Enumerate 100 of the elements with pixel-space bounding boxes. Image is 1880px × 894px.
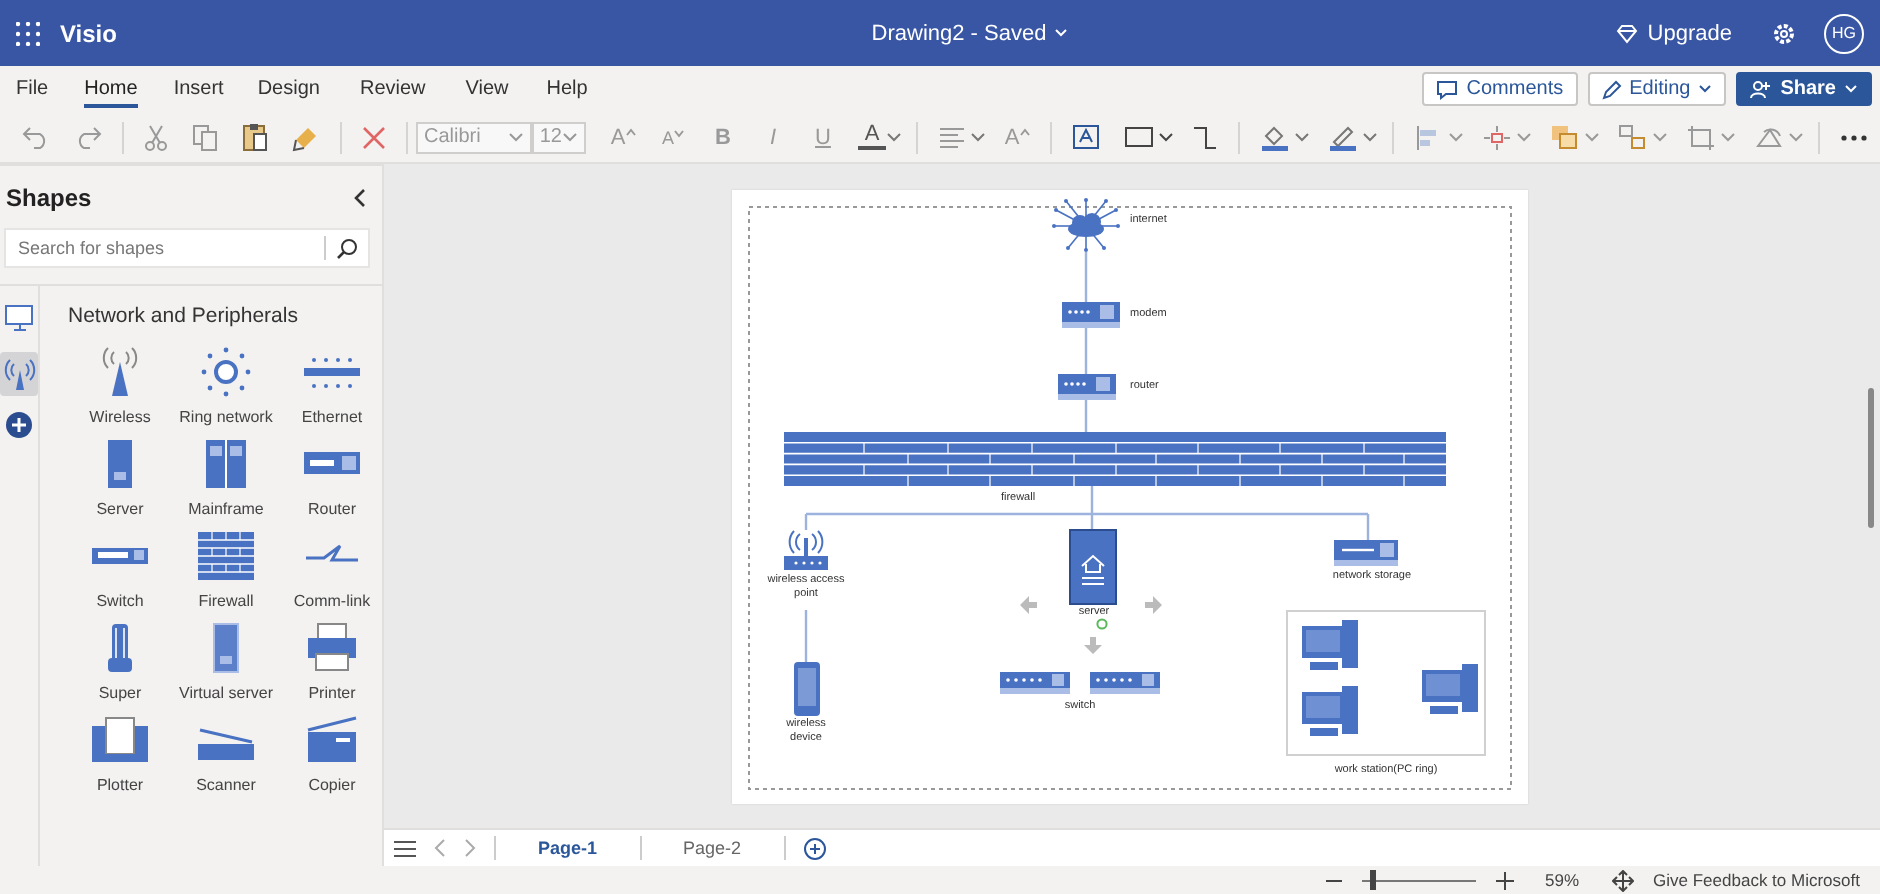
shape-label: Copier <box>308 776 356 794</box>
caret-icon[interactable] <box>1158 132 1174 142</box>
add-icon[interactable] <box>6 412 32 438</box>
previous-icon[interactable] <box>434 838 446 858</box>
add-page-icon[interactable] <box>803 837 826 859</box>
caret-icon <box>1054 28 1069 38</box>
up-caret-icon <box>1019 127 1030 135</box>
menu-icon[interactable] <box>394 839 416 857</box>
switch-icon <box>1000 671 1070 693</box>
cloud-icon <box>1050 197 1122 251</box>
connector-icon[interactable] <box>1192 124 1218 150</box>
stencil-title: Network and Peripherals <box>68 304 300 328</box>
fit-page-icon[interactable] <box>1611 869 1634 891</box>
zoom-in-icon[interactable] <box>1495 871 1514 889</box>
paste-icon[interactable] <box>242 122 268 152</box>
connector-line <box>804 609 808 661</box>
brick-wall-icon[interactable] <box>194 530 258 582</box>
share-button[interactable]: Share <box>1736 72 1872 106</box>
arrange-icon[interactable] <box>1550 123 1580 151</box>
page-tab[interactable]: Page-1 <box>514 838 622 858</box>
comment-icon <box>1436 79 1459 99</box>
editing-button[interactable]: Editing <box>1587 72 1727 106</box>
rectangle-shape-icon[interactable] <box>1124 126 1154 148</box>
delete-icon[interactable] <box>362 125 386 149</box>
down-caret-icon <box>674 129 684 137</box>
text-box-icon[interactable] <box>1072 124 1100 150</box>
format-painter-icon[interactable] <box>292 123 320 151</box>
redo-icon[interactable] <box>74 125 102 149</box>
app-name: Visio <box>60 19 117 47</box>
connector-line <box>1084 251 1088 301</box>
shape-label: Mainframe <box>188 500 264 518</box>
shape-label: Comm-link <box>293 592 371 610</box>
ribbon-tab[interactable]: View <box>465 71 509 107</box>
add-person-icon <box>1750 79 1773 99</box>
line-color-icon[interactable] <box>1328 123 1358 151</box>
user-avatar[interactable]: HG <box>1824 13 1864 53</box>
document-title[interactable]: Drawing2 - Saved <box>871 21 1069 45</box>
shape-label: Server <box>96 500 144 518</box>
firewall-icon <box>784 431 1446 485</box>
shape-label: Wireless <box>89 408 151 426</box>
caret-icon <box>507 132 524 142</box>
ribbon-tab[interactable]: Design <box>257 71 320 107</box>
page-tab[interactable]: Page-2 <box>659 838 766 858</box>
shape-label: Firewall <box>198 592 254 610</box>
position-icon[interactable] <box>1482 123 1512 151</box>
computer-icon <box>1422 663 1478 715</box>
modem-icon <box>1062 301 1120 327</box>
shape-label: Plotter <box>96 776 144 794</box>
caret-icon <box>562 132 578 142</box>
phone-icon <box>794 661 820 715</box>
ribbon-tab[interactable]: Help <box>546 71 588 107</box>
computer-icon <box>1302 685 1358 737</box>
align-text-icon[interactable] <box>938 125 966 149</box>
computer-icon <box>3 304 35 332</box>
undo-icon[interactable] <box>22 125 50 149</box>
caret-icon[interactable] <box>886 132 902 142</box>
cut-icon[interactable] <box>144 123 168 151</box>
caret-icon[interactable] <box>970 132 986 142</box>
next-icon[interactable] <box>464 838 476 858</box>
rotate-handle-icon[interactable] <box>1095 617 1107 629</box>
caret-icon[interactable] <box>1294 132 1310 142</box>
comments-button[interactable]: Comments <box>1422 72 1578 106</box>
shape-label: Router <box>307 500 356 518</box>
plotter-icon[interactable] <box>88 714 152 766</box>
group-icon[interactable] <box>1618 123 1648 151</box>
search-field[interactable]: Search for shapes <box>4 228 370 268</box>
search-icon[interactable] <box>336 237 358 259</box>
vertical-scrollbar[interactable] <box>1868 388 1874 528</box>
connector-line <box>1084 327 1088 373</box>
shape-label: Switch <box>96 592 144 610</box>
ribbon-tab[interactable]: Insert <box>173 71 224 107</box>
zoom-level: 59% <box>1545 870 1580 890</box>
ribbon-tab[interactable]: File <box>16 71 49 107</box>
caret-icon <box>1698 84 1713 94</box>
router-icon <box>1058 373 1116 399</box>
panel-title: Shapes <box>6 184 92 212</box>
switch-icon <box>1090 671 1160 693</box>
caret-icon <box>1844 84 1858 94</box>
copy-icon[interactable] <box>192 123 218 151</box>
slider-thumb[interactable] <box>1370 870 1377 890</box>
ribbon-tab[interactable]: Home <box>84 71 138 107</box>
zoom-out-icon[interactable] <box>1325 877 1342 883</box>
rotate-icon[interactable] <box>1754 123 1784 151</box>
stencil-category[interactable] <box>0 352 38 396</box>
up-caret-icon <box>625 127 636 135</box>
shape-label: Virtual server <box>179 684 273 702</box>
ribbon-tab[interactable]: Review <box>359 71 426 107</box>
app-launcher-icon[interactable] <box>16 21 40 45</box>
fill-color-icon[interactable] <box>1260 123 1290 151</box>
wireless-icon <box>3 356 35 392</box>
shape-label: Scanner <box>196 776 256 794</box>
settings-icon[interactable] <box>1772 21 1796 45</box>
more-options-icon[interactable] <box>1840 133 1868 141</box>
font-color-button[interactable]: A <box>858 124 886 150</box>
collapse-icon[interactable] <box>352 188 366 208</box>
caret-icon[interactable] <box>1362 132 1378 142</box>
feedback-link[interactable]: Give Feedback to Microsoft <box>1653 870 1860 890</box>
upgrade-button[interactable]: Upgrade <box>1615 21 1732 45</box>
shape-label: Super <box>98 684 142 702</box>
computer-icon <box>1302 619 1358 671</box>
